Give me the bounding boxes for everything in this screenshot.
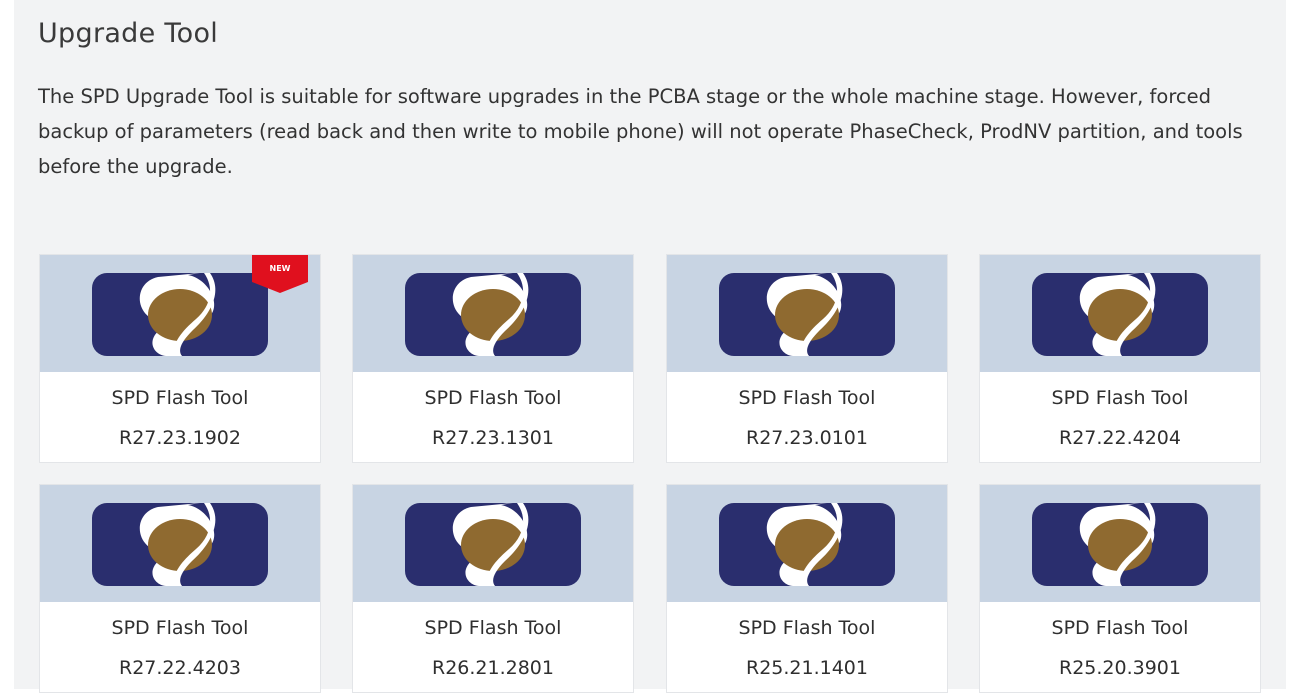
- tool-name: SPD Flash Tool: [738, 617, 876, 639]
- tool-card[interactable]: SPD Flash Tool R25.20.3901: [979, 484, 1261, 693]
- tool-thumbnail: [980, 485, 1260, 602]
- tool-name: SPD Flash Tool: [738, 387, 876, 409]
- page-title: Upgrade Tool: [38, 18, 219, 49]
- new-badge: NEW: [250, 255, 310, 294]
- tool-card[interactable]: SPD Flash Tool R25.21.1401: [666, 484, 948, 693]
- upgrade-tool-panel: Upgrade Tool The SPD Upgrade Tool is sui…: [14, 0, 1286, 693]
- tool-name: SPD Flash Tool: [424, 387, 562, 409]
- tool-name: SPD Flash Tool: [111, 387, 249, 409]
- tool-thumbnail: NEW: [40, 255, 320, 372]
- tool-version: R27.22.4204: [1059, 427, 1181, 449]
- spd-logo-icon: [719, 273, 895, 356]
- spd-logo-icon: [1032, 503, 1208, 586]
- spd-logo-icon: [1032, 273, 1208, 356]
- tool-name: SPD Flash Tool: [424, 617, 562, 639]
- tool-card[interactable]: NEW SPD Flash Tool R27.23.1902: [39, 254, 321, 463]
- tool-thumbnail: [980, 255, 1260, 372]
- tool-thumbnail: [667, 485, 947, 602]
- spd-logo-icon: [719, 503, 895, 586]
- tool-version: R25.21.1401: [746, 657, 868, 679]
- spd-logo-icon: [92, 273, 268, 356]
- tool-version: R27.22.4203: [119, 657, 241, 679]
- new-badge-label: NEW: [269, 264, 291, 273]
- tool-thumbnail: [353, 485, 633, 602]
- tool-card[interactable]: SPD Flash Tool R27.23.0101: [666, 254, 948, 463]
- tool-version: R26.21.2801: [432, 657, 554, 679]
- tool-version: R27.23.1301: [432, 427, 554, 449]
- tool-thumbnail: [667, 255, 947, 372]
- tool-name: SPD Flash Tool: [111, 617, 249, 639]
- tool-thumbnail: [40, 485, 320, 602]
- spd-logo-icon: [92, 503, 268, 586]
- tool-version: R27.23.1902: [119, 427, 241, 449]
- page-description: The SPD Upgrade Tool is suitable for sof…: [38, 85, 1243, 178]
- tool-card[interactable]: SPD Flash Tool R26.21.2801: [352, 484, 634, 693]
- tool-card[interactable]: SPD Flash Tool R27.22.4204: [979, 254, 1261, 463]
- tool-name: SPD Flash Tool: [1051, 387, 1189, 409]
- tool-card[interactable]: SPD Flash Tool R27.23.1301: [352, 254, 634, 463]
- tool-name: SPD Flash Tool: [1051, 617, 1189, 639]
- tool-version: R25.20.3901: [1059, 657, 1181, 679]
- tool-thumbnail: [353, 255, 633, 372]
- spd-logo-icon: [405, 503, 581, 586]
- tool-card[interactable]: SPD Flash Tool R27.22.4203: [39, 484, 321, 693]
- spd-logo-icon: [405, 273, 581, 356]
- tool-version: R27.23.0101: [746, 427, 868, 449]
